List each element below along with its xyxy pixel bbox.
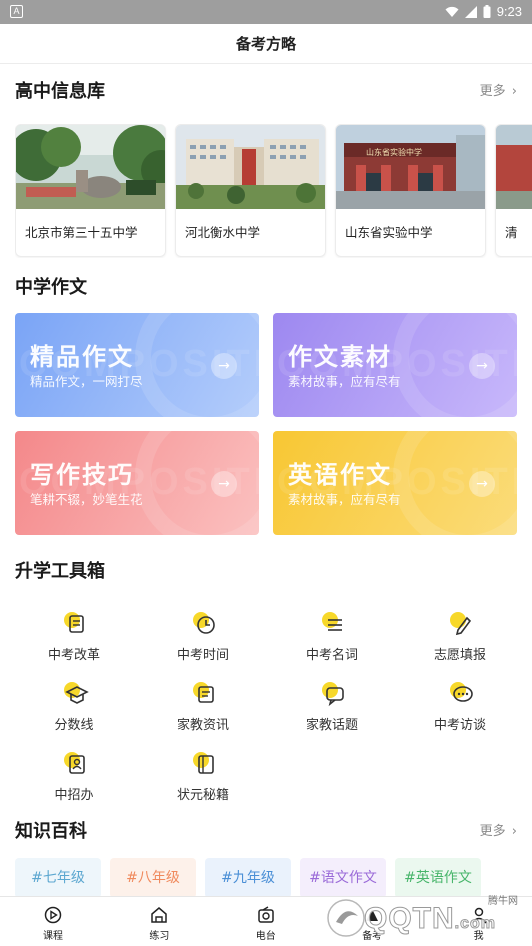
pencil-icon [450,612,472,636]
essay-card-subtitle: 素材故事，应有尽有 [288,492,401,507]
list-icon [322,612,342,631]
practice-icon [151,907,168,923]
school-photo [176,125,325,209]
id-badge-icon [64,752,85,774]
tool-label: 志愿填报 [433,648,486,663]
school-name: 清 [505,225,518,240]
school-card[interactable]: 河北衡水中学 [175,124,326,257]
reform-doc-icon [64,612,84,633]
watermark-brand: QQTN.com [364,902,496,936]
tab-label: 电台 [255,931,276,942]
scroll-icon [193,682,214,703]
essay-card-title: 写作技巧 [30,460,134,489]
school-sign-text: 山东省实验中学 [366,148,422,157]
school-photo [496,125,532,209]
essay-card[interactable]: COMPOSITION英语作文素材故事，应有尽有→ [273,431,517,535]
school-photo: 山东省实验中学 [336,125,485,209]
essay-card-subtitle: 素材故事，应有尽有 [288,374,401,389]
tools-section-header: 升学工具箱 [15,558,517,586]
school-name: 山东省实验中学 [345,225,433,240]
tool-item[interactable]: 分数线 [15,680,133,742]
tool-item[interactable]: 中考改革 [15,610,133,672]
tool-label: 中考名词 [305,648,358,663]
chevron-right-icon: › [511,824,517,839]
school-carousel[interactable]: 北京市第三十五中学 河北衡水中学 山东省实验中学 山东省实验中学 清 [15,124,532,258]
essay-card-title: 英语作文 [288,460,392,489]
clock-icon [193,612,215,634]
tool-item[interactable]: 中考名词 [273,610,391,672]
knowledge-more-link[interactable]: 更多 › [480,818,517,846]
tool-item[interactable]: 家教话题 [273,680,391,742]
knowledge-tag[interactable]: #七年级 [15,858,101,898]
arrow-right-icon: → [211,471,237,497]
tool-item[interactable]: 中招办 [15,750,133,812]
tool-label: 中招办 [54,788,94,803]
wifi-icon [445,6,459,17]
knowledge-tag[interactable]: #九年级 [205,858,291,898]
tool-item[interactable]: 志愿填报 [401,610,519,672]
arrow-right-icon: → [469,353,495,379]
chevron-right-icon: › [511,84,517,99]
tab-item[interactable]: 电台 [213,897,319,946]
status-time: 9:23 [496,4,522,19]
tab-label: 练习 [149,931,170,942]
graduation-cap-icon [64,682,89,704]
title-bar: 备考方略 [0,24,532,64]
status-bar: A 9:23 [0,0,532,24]
school-card[interactable]: 山东省实验中学 山东省实验中学 [335,124,486,257]
signal-icon [464,5,477,18]
essays-section-title: 中学作文 [15,277,87,298]
schools-more-link[interactable]: 更多 › [480,78,517,106]
knowledge-more-label: 更多 [479,824,506,839]
schools-section-header: 高中信息库 更多 › [15,78,517,106]
tool-item[interactable]: 状元秘籍 [144,750,262,812]
school-photo [16,125,165,209]
essay-card-subtitle: 精品作文，一网打尽 [30,374,143,389]
tab-item[interactable]: 练习 [106,897,212,946]
essay-card-subtitle: 笔耕不辍，妙笔生花 [30,492,143,507]
tab-label: 课程 [43,931,63,942]
tool-label: 家教话题 [305,718,358,733]
watermark-brand-suffix: .com [454,915,497,933]
tool-label: 中考改革 [47,648,100,663]
tool-item[interactable]: 中考访谈 [401,680,519,742]
school-card[interactable]: 清 [495,124,532,257]
tool-label: 家教资讯 [176,718,229,733]
tool-item[interactable]: 中考时间 [144,610,262,672]
school-name: 河北衡水中学 [185,225,261,240]
book-icon [193,752,214,774]
school-card[interactable]: 北京市第三十五中学 [15,124,166,257]
page-title: 备考方略 [235,35,296,53]
dialog-icon [450,682,473,702]
school-name: 北京市第三十五中学 [25,225,138,240]
site-watermark: 腾牛网 QQTN.com [324,890,524,942]
arrow-right-icon: → [469,471,495,497]
chat-bubble-icon [322,682,344,707]
essay-card[interactable]: COMPOSITION精品作文精品作文，一网打尽→ [15,313,259,417]
tool-item[interactable]: 家教资讯 [144,680,262,742]
knowledge-section-header: 知识百科 更多 › [15,818,517,846]
arrow-right-icon: → [211,353,237,379]
tool-label: 中考访谈 [433,718,486,733]
battery-icon [483,5,491,18]
essay-card[interactable]: COMPOSITION作文素材素材故事，应有尽有→ [273,313,517,417]
notification-app-icon: A [10,5,23,18]
knowledge-tag[interactable]: #八年级 [110,858,196,898]
tools-section-title: 升学工具箱 [15,561,105,582]
essay-card-title: 精品作文 [30,342,134,371]
radio-icon [258,906,274,923]
tool-label: 分数线 [54,718,94,733]
play-circle-icon [44,906,62,924]
tool-label: 中考时间 [176,648,229,663]
schools-section-title: 高中信息库 [15,81,105,102]
essay-card[interactable]: COMPOSITION写作技巧笔耕不辍，妙笔生花→ [15,431,259,535]
knowledge-section-title: 知识百科 [15,821,87,842]
schools-more-label: 更多 [479,84,506,99]
essay-card-title: 作文素材 [288,342,392,371]
tab-item[interactable]: 课程 [0,897,106,946]
essays-section-header: 中学作文 [15,274,517,302]
watermark-brand-text: QQTN [364,902,455,936]
tool-label: 状元秘籍 [176,788,229,803]
